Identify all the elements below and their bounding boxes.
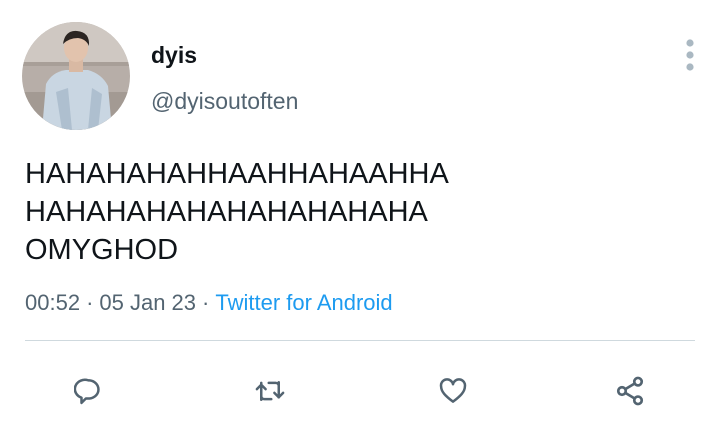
avatar-photo — [22, 22, 130, 130]
retweet-button[interactable] — [244, 365, 296, 417]
user-handle[interactable]: @dyisoutoften — [151, 87, 298, 115]
share-button[interactable] — [604, 365, 656, 417]
meta-separator: · — [202, 290, 210, 315]
tweet-source-link[interactable]: Twitter for Android — [215, 290, 392, 315]
retweet-icon — [255, 381, 285, 401]
divider — [25, 340, 695, 341]
tweet-meta: 00:52 · 05 Jan 23 · Twitter for Android — [25, 289, 393, 317]
tweet-time: 00:52 — [25, 290, 81, 315]
reply-icon — [74, 378, 100, 405]
like-button[interactable] — [427, 365, 479, 417]
display-name[interactable]: dyis — [151, 41, 197, 69]
tweet-text-line: HAHAHAHAHHAAHHAHAAHHA — [25, 158, 449, 190]
tweet-date: 05 Jan 23 — [99, 290, 197, 315]
tweet-text-line: OMYGHOD — [25, 234, 179, 266]
share-icon — [616, 376, 644, 406]
meta-separator: · — [86, 290, 94, 315]
more-vertical-icon — [686, 39, 694, 71]
heart-icon — [439, 378, 467, 403]
avatar[interactable] — [22, 22, 130, 130]
tweet-text-line: HAHAHAHAHAHAHAHAHAHA — [25, 196, 428, 228]
more-options-button[interactable] — [676, 36, 704, 74]
action-bar — [0, 365, 720, 419]
tweet-text: HAHAHAHAHHAAHHAHAAHHA HAHAHAHAHAHAHAHAHA… — [25, 155, 705, 269]
reply-button[interactable] — [63, 365, 115, 417]
